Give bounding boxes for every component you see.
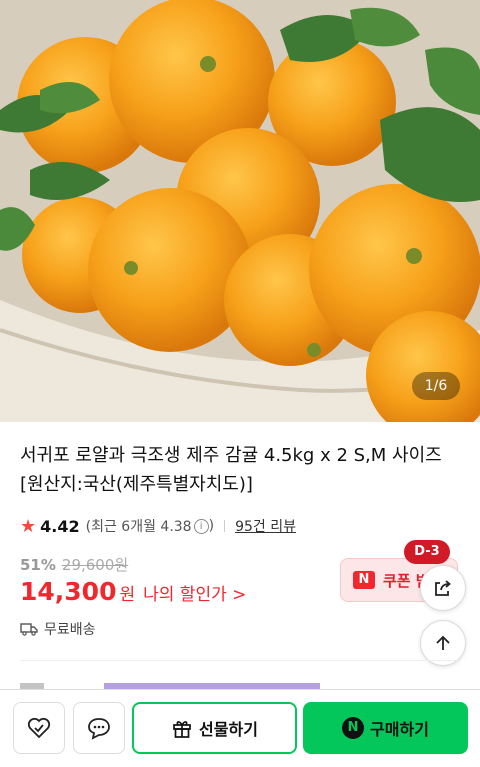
- chat-bubble-icon: [88, 718, 110, 740]
- npay-icon: N: [342, 717, 365, 739]
- tangerine-photo: [0, 0, 480, 422]
- gift-button[interactable]: 선물하기: [132, 702, 297, 754]
- truck-icon: [20, 623, 38, 636]
- gift-icon: [173, 721, 191, 738]
- share-icon: [435, 580, 451, 596]
- buy-button[interactable]: N 구매하기: [303, 702, 468, 754]
- section-divider: [20, 660, 460, 661]
- recent-rating-close: ): [208, 518, 215, 534]
- product-image[interactable]: 1/6: [0, 0, 480, 422]
- shipping-row: 무료배송: [20, 619, 96, 639]
- rating-row: ★ 4.42 (최근 6개월 4.38 i ) 95건 리뷰: [20, 514, 296, 538]
- currency-unit: 원: [119, 585, 136, 605]
- sale-price: 14,300: [20, 577, 117, 606]
- chat-button[interactable]: [73, 702, 125, 754]
- recent-rating-text: (최근 6개월 4.38: [85, 519, 192, 535]
- recent-rating: (최근 6개월 4.38 i ): [86, 516, 214, 536]
- wishlist-button[interactable]: [13, 702, 65, 754]
- naver-n-icon: N: [353, 571, 375, 589]
- price-row: 14,300 원 나의 할인가 >: [20, 577, 246, 606]
- discount-row: 51% 29,600원: [20, 554, 128, 575]
- image-counter: 1/6: [412, 372, 460, 400]
- divider: [224, 520, 226, 532]
- reviews-link[interactable]: 95건 리뷰: [235, 516, 296, 536]
- arrow-up-icon: [436, 635, 450, 650]
- share-button[interactable]: [420, 565, 466, 611]
- info-icon[interactable]: i: [193, 518, 209, 534]
- bottom-action-bar: 선물하기 N 구매하기: [0, 689, 480, 767]
- discount-rate: 51%: [20, 555, 56, 574]
- product-title: 서귀포 로얄과 극조생 제주 감귤 4.5kg x 2 S,M 사이즈 [원산지…: [20, 445, 442, 495]
- gift-label: 선물하기: [199, 720, 258, 739]
- heart-check-icon: [27, 717, 51, 739]
- my-discount-link[interactable]: 나의 할인가 >: [143, 580, 246, 605]
- dday-badge: D-3: [404, 540, 450, 564]
- star-icon: ★: [20, 515, 37, 537]
- original-price: 29,600원: [61, 556, 129, 574]
- buy-label: 구매하기: [370, 720, 429, 739]
- shipping-label: 무료배송: [44, 622, 96, 638]
- rating-score: 4.42: [40, 516, 80, 536]
